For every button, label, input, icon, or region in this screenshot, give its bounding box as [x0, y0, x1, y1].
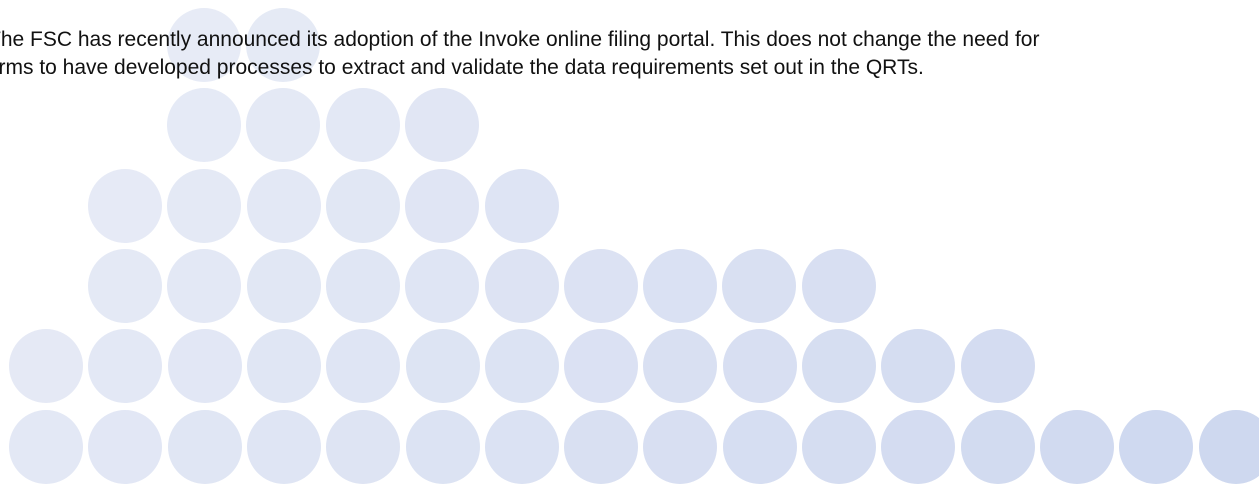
body-text-line-2: firms to have developed processes to ext… [0, 56, 924, 79]
decorative-dot [484, 249, 559, 323]
decorative-dot [564, 410, 639, 484]
decorative-dot [405, 169, 480, 243]
decorative-dot [405, 329, 480, 403]
body-text: The FSC has recently announced its adopt… [0, 26, 1259, 82]
decorative-dot [9, 410, 83, 484]
decorative-dot [484, 410, 559, 484]
decorative-dot [88, 249, 162, 323]
decorative-dot [167, 249, 242, 323]
decorative-dot [167, 329, 242, 403]
decorative-dot [643, 329, 718, 403]
decorative-dot [563, 249, 638, 323]
decorative-dot [405, 410, 480, 484]
decorative-dot [643, 249, 718, 323]
decorative-dot [722, 410, 797, 484]
decorative-dot [722, 249, 797, 323]
decorative-dot [326, 329, 401, 403]
decorative-dot [88, 169, 162, 243]
decorative-dot [246, 169, 321, 243]
decorative-dot [246, 329, 321, 403]
decorative-dot [1119, 410, 1194, 484]
decorative-dot [404, 88, 479, 162]
body-text-line-1: The FSC has recently announced its adopt… [0, 28, 1040, 51]
decorative-dot [246, 249, 321, 323]
decorative-dot [325, 88, 400, 162]
decorative-dot [246, 410, 321, 484]
decorative-dot [325, 249, 400, 323]
decorative-dot [802, 329, 876, 403]
decorative-dot [88, 410, 163, 484]
decorative-dot [246, 88, 321, 162]
decorative-dot [801, 249, 876, 323]
decorative-dot [802, 410, 876, 484]
decorative-dot [1039, 410, 1114, 484]
decorative-dot [405, 249, 480, 323]
decorative-dot [643, 410, 718, 484]
decorative-dot [722, 329, 797, 403]
decorative-dot [484, 329, 559, 403]
decorative-dot [960, 329, 1035, 403]
decorative-dot [960, 410, 1035, 484]
decorative-dot [325, 169, 400, 243]
decorative-dot [167, 88, 241, 162]
decorative-dot [1198, 410, 1259, 484]
decorative-dot [167, 169, 242, 243]
decorative-dot [881, 410, 956, 484]
decorative-dot [484, 169, 559, 243]
decorative-dot [881, 329, 956, 403]
decorative-dot [326, 410, 401, 484]
decorative-dot [564, 329, 639, 403]
decorative-dot [167, 410, 242, 484]
decorative-dot [88, 329, 163, 403]
decorative-dot [9, 329, 83, 403]
